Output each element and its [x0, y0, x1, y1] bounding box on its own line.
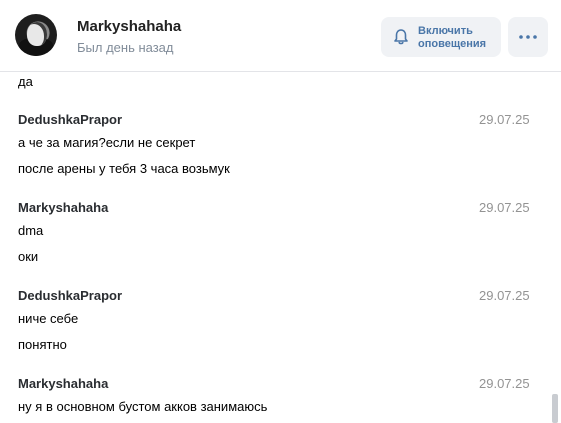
message-author[interactable]: DedushkaPrapor — [18, 288, 122, 303]
message-text: ну я в основном бустом акков занимаюсь — [18, 399, 268, 414]
message-text: после арены у тебя 3 часа возьмук — [18, 161, 230, 176]
scrollbar-track[interactable] — [551, 72, 561, 423]
message-text: dma — [18, 223, 44, 238]
message-date: 29.07.25 — [479, 288, 530, 303]
more-dots-icon — [519, 35, 537, 39]
enable-notifications-label: Включить оповещения — [418, 25, 487, 50]
more-options-button[interactable] — [508, 17, 548, 57]
message-date: 29.07.25 — [479, 376, 530, 391]
scrollbar-thumb[interactable] — [552, 394, 558, 423]
enable-notifications-button[interactable]: Включить оповещения — [381, 17, 501, 57]
chat-header: Markyshahaha Был день назад Включить опо… — [0, 0, 561, 72]
message-history: да DedushkaPrapor 29.07.25 а че за магия… — [0, 72, 551, 423]
message-author[interactable]: Markyshahaha — [18, 376, 108, 391]
chat-user-name[interactable]: Markyshahaha — [77, 18, 181, 35]
message-text: ниче себе — [18, 311, 79, 326]
message-text: да — [18, 74, 33, 89]
message-author[interactable]: DedushkaPrapor — [18, 112, 122, 127]
message-date: 29.07.25 — [479, 112, 530, 127]
message-text: понятно — [18, 337, 67, 352]
avatar[interactable] — [15, 14, 57, 56]
avatar-face — [27, 22, 47, 46]
message-date: 29.07.25 — [479, 200, 530, 215]
chat-user-status: Был день назад — [77, 40, 174, 55]
message-text: а че за магия?если не секрет — [18, 135, 196, 150]
message-text: оки — [18, 249, 39, 264]
message-author[interactable]: Markyshahaha — [18, 200, 108, 215]
chat-window: Markyshahaha Был день назад Включить опо… — [0, 0, 561, 423]
bell-icon — [394, 29, 408, 45]
